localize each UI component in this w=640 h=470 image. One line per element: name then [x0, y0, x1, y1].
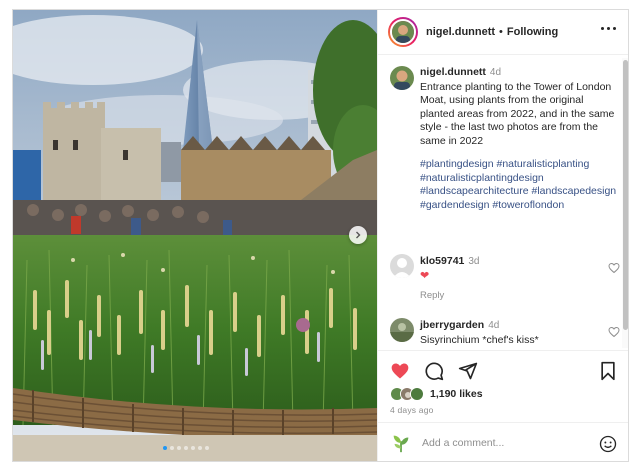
heart-outline-icon[interactable]: [608, 262, 620, 274]
comment-time: 4d: [488, 320, 500, 331]
carousel-dot: [198, 446, 202, 450]
post-modal: nigel.dunnett • Following nigel.dunnett 4…: [12, 9, 629, 462]
comment-username[interactable]: klo59741: [420, 255, 464, 267]
carousel-next-button[interactable]: [349, 226, 367, 244]
header-separator: •: [499, 26, 503, 38]
comment-item: klo59741 3d ❤ Reply: [390, 254, 620, 303]
comment-avatar[interactable]: [390, 254, 414, 278]
caption-time: 4d: [489, 67, 502, 78]
posted-time: 4 days ago: [390, 405, 434, 415]
photo-illustration: [13, 10, 377, 461]
bookmark-icon[interactable]: [599, 361, 617, 381]
author-avatar[interactable]: [388, 17, 418, 47]
caption-hashtags[interactable]: #plantingdesign #naturalisticplanting #n…: [420, 158, 620, 212]
add-comment-input[interactable]: [422, 437, 582, 449]
comment-item: jberrygarden 4d Sisyrinchium *chef's kiss…: [390, 318, 620, 347]
carousel-dot: [163, 446, 167, 450]
avatar-image: [392, 21, 414, 43]
post-header: nigel.dunnett • Following: [378, 10, 628, 55]
reply-button[interactable]: Reply: [420, 289, 600, 303]
emoji-icon[interactable]: [599, 435, 617, 453]
post-sidebar: nigel.dunnett • Following nigel.dunnett 4…: [377, 10, 628, 461]
comment-text: Sisyrinchium *chef's kiss*: [420, 334, 539, 346]
comment-avatar[interactable]: [390, 318, 414, 342]
caption-username[interactable]: nigel.dunnett: [420, 66, 486, 78]
comment-icon[interactable]: [424, 361, 444, 381]
post-photo[interactable]: [13, 10, 377, 461]
carousel-dot: [184, 446, 188, 450]
liker-avatar: [410, 387, 424, 401]
carousel-dot: [170, 446, 174, 450]
heart-outline-icon[interactable]: [608, 326, 620, 338]
likes-count[interactable]: 1,190 likes: [430, 388, 483, 400]
caption: nigel.dunnett 4d Entrance planting to the…: [390, 66, 620, 212]
heart-filled-icon[interactable]: [390, 361, 410, 381]
likes-row: 1,190 likes: [390, 387, 483, 401]
share-icon[interactable]: [458, 361, 478, 381]
comment-time: 3d: [468, 256, 480, 267]
post-actions: 1,190 likes 4 days ago: [378, 350, 628, 422]
avatar-image: [390, 66, 414, 90]
plant-emoji-icon: [393, 435, 409, 453]
add-comment-bar: [378, 422, 628, 461]
caption-avatar[interactable]: [390, 66, 414, 90]
carousel-dot: [177, 446, 181, 450]
carousel-indicator: [163, 446, 209, 450]
author-username[interactable]: nigel.dunnett: [426, 26, 495, 38]
default-avatar-icon: [390, 254, 414, 278]
avatar-image: [390, 318, 414, 342]
caption-text: Entrance planting to the Tower of London…: [420, 80, 615, 147]
chevron-right-icon: [356, 231, 361, 239]
carousel-dot: [205, 446, 209, 450]
comment-text: ❤: [420, 270, 430, 282]
comments-panel: nigel.dunnett 4d Entrance planting to the…: [378, 56, 628, 348]
carousel-dot: [191, 446, 195, 450]
comment-username[interactable]: jberrygarden: [420, 319, 484, 331]
more-options-icon[interactable]: [601, 27, 616, 30]
comments-scrollbar[interactable]: [622, 58, 628, 348]
follow-status[interactable]: Following: [507, 26, 558, 38]
